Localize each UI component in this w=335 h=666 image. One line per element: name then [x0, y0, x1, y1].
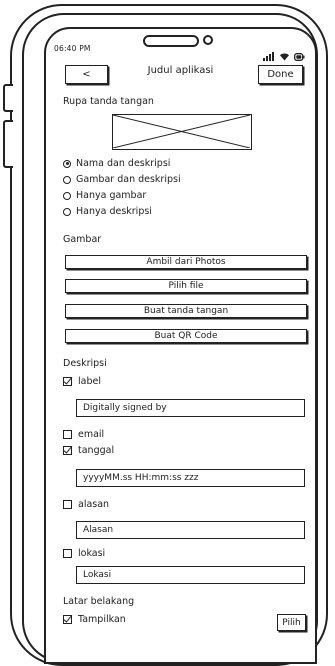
checkbox-label: label: [78, 376, 101, 387]
reason-input[interactable]: Alasan: [76, 521, 305, 539]
app-screen: 06:40 PM < Judul aplikasi Done Rupa tand…: [44, 27, 317, 664]
button-label: Pilih file: [168, 281, 204, 291]
status-time: 06:40 PM: [54, 44, 91, 53]
radio-image-description[interactable]: Gambar dan deskripsi: [63, 174, 181, 185]
camera-dot: [203, 35, 213, 45]
checkbox-box: [63, 446, 72, 455]
take-from-photos-button[interactable]: Ambil dari Photos: [65, 255, 307, 269]
button-label: Buat QR Code: [154, 331, 218, 341]
checkbox-box: [63, 430, 72, 439]
radio-label: Hanya deskripsi: [76, 206, 152, 217]
signature-section-label: Rupa tanda tangan: [63, 96, 154, 107]
description-section-label: Deskripsi: [63, 358, 107, 369]
button-label: Buat tanda tangan: [143, 306, 229, 316]
checkbox-label: lokasi: [78, 548, 106, 559]
radio-indicator: [63, 175, 71, 184]
button-label: Ambil dari Photos: [146, 257, 226, 267]
radio-label: Nama dan deskripsi: [76, 158, 171, 169]
radio-indicator: [63, 207, 71, 216]
create-signature-button[interactable]: Buat tanda tangan: [65, 304, 307, 318]
checkbox-show-background[interactable]: Tampilkan: [63, 614, 126, 625]
radio-indicator: [63, 159, 71, 168]
radio-image-only[interactable]: Hanya gambar: [63, 190, 146, 201]
button-label: Pilih: [282, 617, 301, 628]
checkbox-label-field[interactable]: label: [63, 376, 101, 387]
checkbox-reason[interactable]: alasan: [63, 499, 109, 510]
date-format-input[interactable]: yyyyMM.ss HH:mm:ss zzz: [76, 469, 305, 487]
wifi-icon: [279, 52, 290, 61]
checkbox-label: email: [78, 429, 105, 440]
location-input[interactable]: Lokasi: [76, 566, 305, 584]
pick-background-button[interactable]: Pilih: [277, 614, 306, 631]
background-section-label: Latar belakang: [63, 596, 135, 607]
radio-label: Gambar dan deskripsi: [76, 174, 181, 185]
image-section-label: Gambar: [63, 234, 102, 245]
checkbox-box: [63, 549, 72, 558]
checkbox-box: [63, 377, 72, 386]
checkbox-label: alasan: [78, 499, 110, 510]
radio-indicator: [63, 191, 71, 200]
checkbox-label: tanggal: [78, 445, 115, 456]
radio-name-description[interactable]: Nama dan deskripsi: [63, 158, 170, 169]
signal-icon: [263, 42, 275, 61]
checkbox-email[interactable]: email: [63, 429, 104, 440]
status-icons: [263, 42, 305, 61]
signature-image-placeholder: [112, 114, 252, 150]
phone-side-button: [3, 120, 13, 168]
battery-icon: [294, 53, 305, 61]
checkbox-label: Tampilkan: [78, 614, 126, 625]
checkbox-location[interactable]: lokasi: [63, 548, 105, 559]
checkbox-box: [63, 500, 72, 509]
phone-side-button: [3, 84, 13, 112]
speaker-notch: [143, 35, 199, 47]
radio-description-only[interactable]: Hanya deskripsi: [63, 206, 152, 217]
done-button[interactable]: Done: [258, 65, 303, 84]
radio-label: Hanya gambar: [76, 190, 147, 201]
pick-file-button[interactable]: Pilih file: [65, 279, 307, 293]
create-qr-code-button[interactable]: Buat QR Code: [65, 329, 307, 343]
checkbox-date[interactable]: tanggal: [63, 445, 114, 456]
done-button-label: Done: [267, 69, 294, 80]
label-input[interactable]: Digitally signed by: [76, 399, 305, 417]
checkbox-box: [63, 615, 72, 624]
